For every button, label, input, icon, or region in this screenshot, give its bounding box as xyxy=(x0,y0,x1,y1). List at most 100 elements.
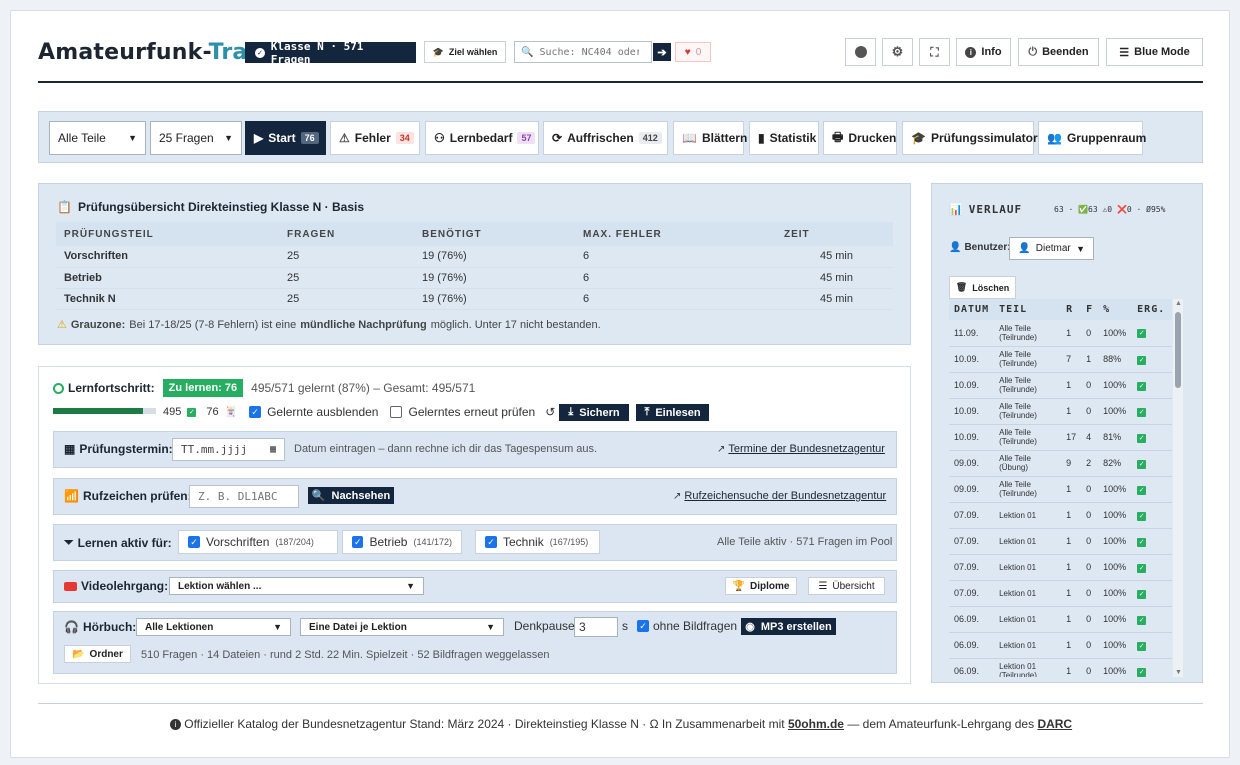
trophy-icon: 🏆 xyxy=(732,580,745,592)
class-pill[interactable]: ✓ Klasse N · 571 Fragen xyxy=(245,40,416,66)
history-stats: 63 · ✅63 ⚠0 ❌0 · Ø95% xyxy=(1054,205,1166,214)
history-cell: Alle Teile (Teilrunde) xyxy=(994,424,1062,451)
result-cell: ✓ xyxy=(1132,528,1172,555)
settings-button[interactable]: ⚙ xyxy=(882,38,913,66)
tab-refresh[interactable]: ⟳ Auffrischen 412 xyxy=(543,121,668,155)
search-field[interactable]: 🔍 xyxy=(514,41,652,63)
part-vorschriften-toggle[interactable]: ✓ Vorschriften (187/204) xyxy=(178,530,338,554)
lesson-select[interactable]: Lektion wählen ... ▼ xyxy=(169,577,424,595)
checkbox-icon: ✓ xyxy=(637,620,649,632)
callsign-input[interactable] xyxy=(198,490,293,503)
audiobook-lessons-select[interactable]: Alle Lektionen ▼ xyxy=(136,618,291,636)
result-cell: ✓ xyxy=(1132,502,1172,529)
check-icon: ✓ xyxy=(1137,329,1147,339)
tab-statistics[interactable]: ▮ Statistik xyxy=(749,121,819,155)
user-label: 👤 Benutzer: xyxy=(949,242,1011,253)
history-cell: 81% xyxy=(1098,424,1133,451)
history-cell: Alle Teile (Teilrunde) xyxy=(994,476,1062,503)
callsign-label: 📶 Rufzeichen prüfen: xyxy=(64,489,192,503)
callsign-link[interactable]: ↗ Rufzeichensuche der Bundesnetzagentur xyxy=(673,490,886,502)
tab-print[interactable]: 🖶 Drucken xyxy=(823,121,897,155)
history-cell: 0 xyxy=(1081,476,1099,503)
external-link-icon: ↗ xyxy=(673,490,682,502)
exam-date-link[interactable]: ↗ Termine der Bundesnetzagentur xyxy=(717,443,885,455)
lookup-button[interactable]: 🔍 Nachsehen xyxy=(308,487,394,504)
history-cell: 10.09. xyxy=(949,372,995,399)
fullscreen-button[interactable]: ⛶ xyxy=(919,38,950,66)
col-header: R xyxy=(1061,299,1082,320)
darc-link[interactable]: DARC xyxy=(1037,717,1072,731)
result-cell: ✓ xyxy=(1132,320,1172,347)
check-icon: ✓ xyxy=(1137,641,1147,651)
no-images-toggle[interactable]: ✓ ohne Bildfragen xyxy=(637,619,737,633)
check-icon: ✓ xyxy=(1137,485,1147,495)
chart-icon: 📊 xyxy=(949,204,963,216)
tab-exam-simulator[interactable]: 🎓 Prüfungssimulator xyxy=(902,121,1038,155)
goal-button[interactable]: 🎓 Ziel wählen xyxy=(424,41,506,63)
footer: i Offizieller Katalog der Bundesnetzagen… xyxy=(11,717,1231,731)
history-header: 📊 VERLAUF xyxy=(949,203,1023,216)
history-cell: 100% xyxy=(1098,528,1133,555)
50ohm-link[interactable]: 50ohm.de xyxy=(788,717,844,731)
history-cell: 06.09. xyxy=(949,606,995,633)
search-submit-button[interactable]: ➔ xyxy=(653,43,671,61)
exam-date-input[interactable]: TT.mm.jjjj ▦ xyxy=(172,438,285,461)
favorites-button[interactable]: ♥ 0 xyxy=(675,42,711,62)
tab-start[interactable]: ▶ Start 76 xyxy=(245,121,326,155)
folder-button[interactable]: 📂 Ordner xyxy=(64,645,131,663)
count-select[interactable]: 25 Fragen ▼ xyxy=(150,121,242,155)
table-row: Betrieb 25 19 (76%) 6 45 min xyxy=(56,267,893,289)
quit-button[interactable]: ⏻ Beenden xyxy=(1018,38,1099,66)
history-cell: Lektion 01 (Teilrunde) xyxy=(994,658,1062,677)
history-cell: 07.09. xyxy=(949,554,995,581)
scroll-down-icon[interactable]: ▼ xyxy=(1175,669,1182,676)
trash-icon: 🗑 xyxy=(955,282,968,292)
power-icon: ⏻ xyxy=(1028,45,1038,58)
callsign-field[interactable] xyxy=(189,485,299,508)
printer-icon: 🖶 xyxy=(832,129,844,144)
scrollbar-thumb[interactable] xyxy=(1175,312,1181,388)
disc-icon: ◉ xyxy=(745,621,755,633)
blue-mode-button[interactable]: ☰ Blue Mode xyxy=(1106,38,1203,66)
info-button[interactable]: i Info xyxy=(956,38,1011,66)
download-icon: ⤓ xyxy=(568,406,574,418)
save-button[interactable]: ⤓ Sichern xyxy=(559,404,629,421)
target-icon xyxy=(53,382,64,394)
history-list[interactable]: DATUM TEIL R F % ERG. 11.09. Alle Teile (… xyxy=(949,299,1172,677)
overview-button[interactable]: ☰ Übersicht xyxy=(808,577,885,595)
audiobook-files-select[interactable]: Eine Datei je Lektion ▼ xyxy=(300,618,504,636)
undo-icon[interactable]: ↺ xyxy=(545,405,555,419)
search-input[interactable] xyxy=(539,46,640,58)
scroll-up-icon[interactable]: ▲ xyxy=(1175,300,1182,307)
hide-learned-checkbox[interactable]: ✓ xyxy=(249,406,262,418)
user-select[interactable]: 👤 Dietmar ▼ xyxy=(1009,237,1094,260)
history-cell: 06.09. xyxy=(949,632,995,659)
history-row: 06.09. Lektion 01 (Teilrunde) 1 0 100% ✓ xyxy=(949,658,1172,677)
col-header: F xyxy=(1081,299,1099,320)
list-icon: ☰ xyxy=(818,580,828,592)
create-mp3-button[interactable]: ◉ MP3 erstellen xyxy=(741,618,836,635)
checkbox-icon: ✓ xyxy=(352,536,364,548)
part-select[interactable]: Alle Teile ▼ xyxy=(49,121,146,155)
history-cell: 06.09. xyxy=(949,658,995,677)
chevron-down-icon: ▼ xyxy=(128,133,137,143)
tab-learning-need[interactable]: ⚇ Lernbedarf 57 xyxy=(425,121,539,155)
tab-browse[interactable]: 📖 Blättern xyxy=(673,121,747,155)
tab-errors[interactable]: ⚠ Fehler 34 xyxy=(330,121,420,155)
tab-group-room[interactable]: 👥 Gruppenraum xyxy=(1038,121,1146,155)
history-row: 07.09. Lektion 01 1 0 100% ✓ xyxy=(949,554,1172,581)
diploma-button[interactable]: 🏆 Diplome xyxy=(725,577,797,595)
recheck-checkbox[interactable] xyxy=(390,406,403,418)
history-button[interactable] xyxy=(845,38,876,66)
load-button[interactable]: ⤒ Einlesen xyxy=(636,404,709,421)
history-row: 09.09. Alle Teile (Teilrunde) 1 0 100% ✓ xyxy=(949,476,1172,503)
history-cell: 07.09. xyxy=(949,502,995,529)
history-cell: 0 xyxy=(1081,632,1099,659)
check-icon: ✓ xyxy=(1137,511,1147,521)
external-link-icon: ↗ xyxy=(717,443,726,455)
pause-input[interactable]: 3 xyxy=(574,617,618,637)
part-technik-toggle[interactable]: ✓ Technik (167/195) xyxy=(475,530,600,554)
part-betrieb-toggle[interactable]: ✓ Betrieb (141/172) xyxy=(342,530,462,554)
history-scrollbar[interactable]: ▲ ▼ xyxy=(1173,299,1183,677)
delete-history-button[interactable]: 🗑 Löschen xyxy=(949,276,1016,299)
